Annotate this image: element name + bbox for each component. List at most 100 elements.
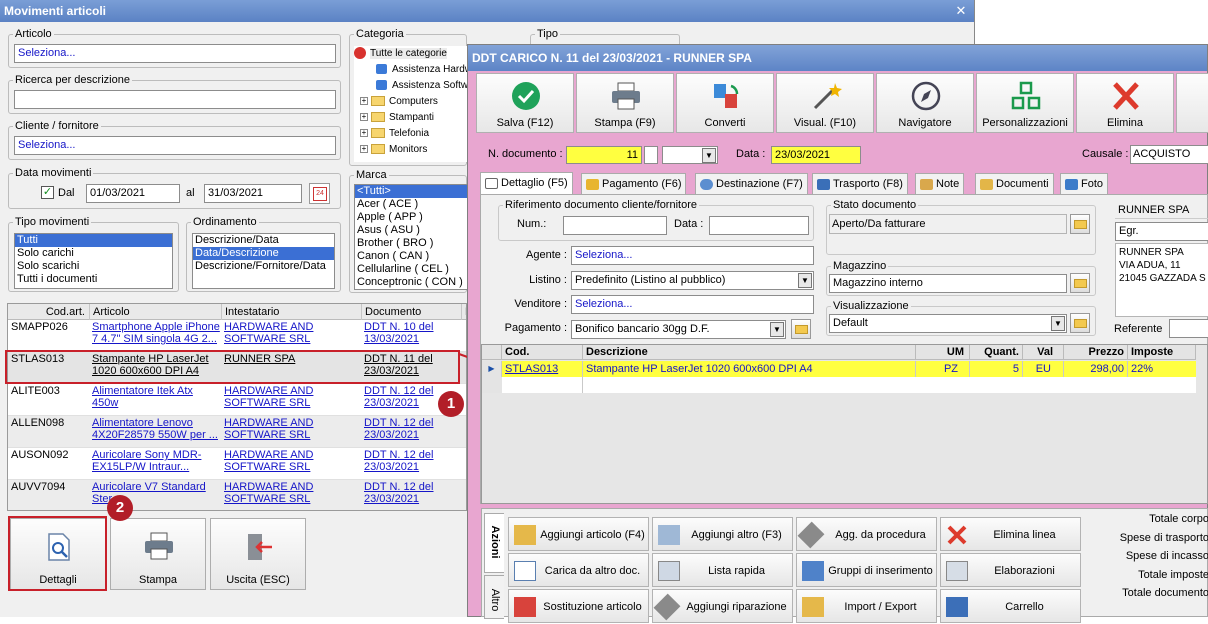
list-item[interactable]: Acer ( ACE )	[355, 198, 468, 211]
referente-input[interactable]	[1169, 319, 1208, 338]
lista-rapida-button[interactable]: Lista rapida	[652, 553, 793, 587]
tab-destinazione[interactable]: Destinazione (F7)	[695, 173, 808, 195]
calendar-button[interactable]: 24	[309, 183, 330, 204]
marca-list[interactable]: <Tutti> Acer ( ACE ) Apple ( APP ) Asus …	[354, 184, 468, 290]
articolo-input[interactable]: Seleziona...	[14, 44, 336, 63]
stato-folder-button[interactable]	[1070, 214, 1090, 234]
tab-trasporto[interactable]: Trasporto (F8)	[812, 173, 908, 195]
import-export-button[interactable]: Import / Export	[796, 589, 937, 623]
col-documento[interactable]: Documento	[362, 304, 462, 320]
list-item[interactable]: Descrizione/Data	[193, 234, 334, 247]
table-row[interactable]: AUVV7094 Auricolare V7 Standard Ster... …	[8, 480, 466, 510]
navigatore-button[interactable]: Navigatore	[876, 73, 974, 133]
list-item[interactable]: Solo carichi	[15, 247, 172, 260]
tree-item[interactable]: Assistenza Softwa	[354, 78, 468, 94]
aggiungi-altro-button[interactable]: Aggiungi altro (F3)	[652, 517, 793, 551]
list-item[interactable]: Apple ( APP )	[355, 211, 468, 224]
toolbar-more-button[interactable]	[1176, 73, 1208, 133]
magazzino-folder-button[interactable]	[1070, 273, 1090, 293]
close-icon[interactable]: ✕	[954, 0, 968, 22]
stampa-button[interactable]: Stampa	[110, 518, 206, 590]
aggiungi-riparazione-button[interactable]: Aggiungi riparazione	[652, 589, 793, 623]
tree-item[interactable]: + Telefonia	[354, 126, 468, 142]
col-imposte[interactable]: Imposte	[1128, 345, 1196, 360]
tree-item[interactable]: + Computers	[354, 94, 468, 110]
righe-grid[interactable]: Cod. Descrizione UM Quant. Val Prezzo Im…	[481, 344, 1208, 504]
col-descrizione[interactable]: Descrizione	[583, 345, 916, 360]
elimina-button[interactable]: Elimina	[1076, 73, 1174, 133]
col-val[interactable]: Val	[1023, 345, 1064, 360]
col-cod[interactable]: Cod.art.	[8, 304, 90, 320]
rif-data-input[interactable]	[709, 216, 809, 235]
elimina-linea-button[interactable]: Elimina linea	[940, 517, 1081, 551]
list-item[interactable]: Data/Descrizione	[193, 247, 334, 260]
side-tab-azioni[interactable]: Azioni	[484, 513, 504, 573]
agg-procedura-button[interactable]: Agg. da procedura	[796, 517, 937, 551]
col-cod[interactable]: Cod.	[502, 345, 583, 360]
side-tab-altro[interactable]: Altro	[484, 575, 504, 619]
table-row[interactable]: ALLEN098 Alimentatore Lenovo 4X20F28579 …	[8, 416, 466, 448]
carrello-button[interactable]: Carrello	[940, 589, 1081, 623]
ricerca-input[interactable]	[14, 90, 336, 109]
tab-dettaglio[interactable]: Dettaglio (F5)	[480, 172, 573, 196]
tab-foto[interactable]: Foto	[1060, 173, 1109, 195]
dal-checkbox[interactable]: ✓	[41, 186, 54, 199]
col-intestatario[interactable]: Intestatario	[222, 304, 362, 320]
table-row[interactable]: AUSON092 Auricolare Sony MDR-EX15LP/W In…	[8, 448, 466, 480]
gruppi-inserimento-button[interactable]: Gruppi di inserimento	[796, 553, 937, 587]
list-item[interactable]: Canon ( CAN )	[355, 250, 468, 263]
list-item[interactable]: Conceptronic ( CON )	[355, 276, 468, 289]
agente-input[interactable]: Seleziona...	[571, 246, 814, 265]
elaborazioni-button[interactable]: Elaborazioni	[940, 553, 1081, 587]
tab-note[interactable]: Note	[915, 173, 965, 195]
list-item[interactable]: Asus ( ASU )	[355, 224, 468, 237]
visual-button[interactable]: Visual. (F10)	[776, 73, 874, 133]
carica-altro-doc-button[interactable]: Carica da altro doc.	[508, 553, 649, 587]
data-input[interactable]: 23/03/2021	[771, 146, 861, 164]
list-item[interactable]: Brother ( BRO )	[355, 237, 468, 250]
sostituzione-articolo-button[interactable]: Sostituzione articolo	[508, 589, 649, 623]
ordinamento-list[interactable]: Descrizione/Data Data/Descrizione Descri…	[192, 233, 335, 289]
ndoc-spinner[interactable]	[644, 146, 658, 164]
list-item[interactable]: Tutti i documenti	[15, 273, 172, 286]
tree-item[interactable]: Tutte le categorie	[354, 46, 468, 62]
cliente-input[interactable]: Seleziona...	[14, 136, 336, 155]
magazzino-input[interactable]: Magazzino interno	[829, 274, 1067, 293]
list-item[interactable]: Descrizione/Fornitore/Data	[193, 260, 334, 273]
list-item[interactable]: Tutti	[15, 234, 172, 247]
tree-item[interactable]: + Stampanti	[354, 110, 468, 126]
col-prezzo[interactable]: Prezzo	[1064, 345, 1128, 360]
stampa-ddt-button[interactable]: Stampa (F9)	[576, 73, 674, 133]
personalizzazioni-button[interactable]: Personalizzazioni	[976, 73, 1074, 133]
list-item[interactable]: Solo scarichi	[15, 260, 172, 273]
tree-item[interactable]: Assistenza Hardw	[354, 62, 468, 78]
pagamento-select[interactable]: Bonifico bancario 30gg D.F. ▼	[571, 320, 786, 339]
ndoc-input[interactable]: 11	[566, 146, 642, 164]
uscita-button[interactable]: Uscita (ESC)	[210, 518, 306, 590]
table-row-selected[interactable]: ▶ STLAS013 Stampante HP LaserJet 1020 60…	[482, 361, 1196, 377]
converti-button[interactable]: Converti	[676, 73, 774, 133]
table-row[interactable]: SMAPP026 Smartphone Apple iPhone 7 4.7" …	[8, 320, 466, 352]
tree-item[interactable]: + Monitors	[354, 142, 468, 158]
aggiungi-articolo-button[interactable]: Aggiungi articolo (F4)	[508, 517, 649, 551]
causale-input[interactable]: ACQUISTO	[1130, 145, 1208, 164]
col-quant[interactable]: Quant.	[970, 345, 1023, 360]
table-row-empty[interactable]	[482, 377, 1196, 393]
pagamento-folder-button[interactable]	[791, 319, 811, 339]
al-date-input[interactable]: 31/03/2021	[204, 184, 302, 203]
movimenti-grid[interactable]: Cod.art. Articolo Intestatario Documento…	[7, 303, 467, 511]
venditore-input[interactable]: Seleziona...	[571, 295, 814, 314]
tipo-movimenti-list[interactable]: Tutti Solo carichi Solo scarichi Tutti i…	[14, 233, 173, 289]
visualizzazione-folder-button[interactable]	[1070, 313, 1090, 333]
rif-num-input[interactable]	[563, 216, 667, 235]
tab-documenti[interactable]: Documenti	[975, 173, 1054, 195]
salva-button[interactable]: Salva (F12)	[476, 73, 574, 133]
list-item[interactable]: <Tutti>	[355, 185, 468, 198]
listino-select[interactable]: Predefinito (Listino al pubblico) ▼	[571, 271, 814, 290]
col-articolo[interactable]: Articolo	[90, 304, 222, 320]
tab-pagamento[interactable]: Pagamento (F6)	[581, 173, 687, 195]
categoria-tree[interactable]: Tutte le categorie Assistenza Hardw Assi…	[354, 46, 468, 162]
table-row[interactable]: ALITE003 Alimentatore Itek Atx 450w HARD…	[8, 384, 466, 416]
dal-date-input[interactable]: 01/03/2021	[86, 184, 180, 203]
intestatario-title-input[interactable]: Egr.	[1115, 222, 1208, 241]
